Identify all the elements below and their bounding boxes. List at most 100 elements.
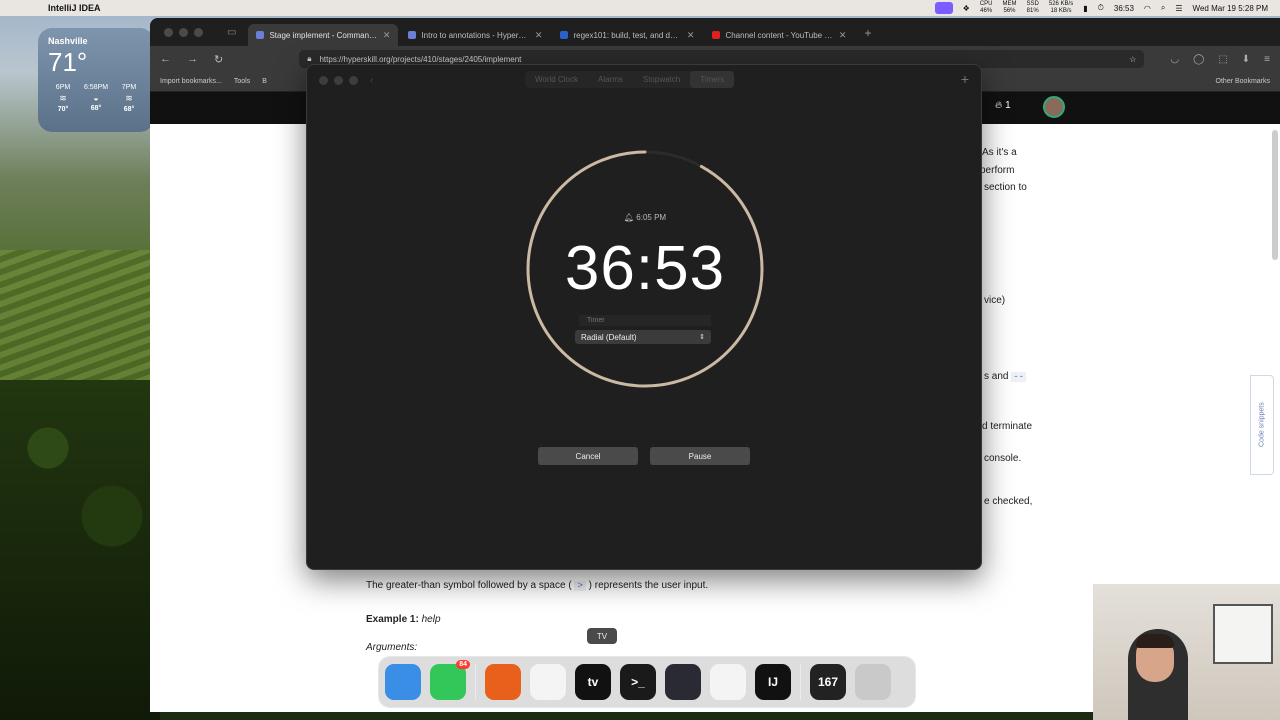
dock: 84 tv >_ IJ 167 [378,656,916,708]
chatgpt-icon[interactable] [530,664,566,700]
intellij-icon[interactable]: IJ [755,664,791,700]
apple-tv-icon[interactable]: tv [575,664,611,700]
downloads-icon[interactable]: ⬇ [1242,54,1250,65]
timer-style-select[interactable]: Radial (Default) ⇕ [575,330,711,344]
room-window [1213,604,1273,664]
reload-icon[interactable]: ↻ [214,53,223,66]
text-fragment: d terminate [982,421,1033,432]
close-tab-icon: ✕ [382,29,391,40]
wind-icon: ≋ [59,93,67,103]
tab-stage-implement[interactable]: Stage implement - Command line ✕ [248,24,399,46]
menu-bar: IntelliJ IDEA ❖ CPU 46% MEM 56% SSD 81% 526… [0,0,1280,16]
weather-temp: 71° [48,47,88,77]
clock-app-window: ‹ World Clock Alarms Stopwatch Timers + … [306,64,982,570]
text-fragment: section to [984,182,1027,193]
other-bookmarks[interactable]: Other Bookmarks [1216,78,1270,85]
text-fragment: perform [980,165,1015,176]
active-app-name[interactable]: IntelliJ IDEA [48,3,101,13]
back-icon[interactable]: ← [160,53,171,65]
bookmark-b[interactable]: B [262,78,267,85]
forward-icon[interactable]: → [187,53,198,65]
battery-icon[interactable]: ▮ [1083,4,1087,13]
dock-tooltip: TV [587,628,617,644]
clock-window-controls[interactable] [307,75,358,85]
alarm-end-time: 🔔︎ 6:05 PM [623,213,667,222]
tab-regex101[interactable]: regex101: build, test, and debug ✕ [552,24,702,46]
dock-separator [475,664,476,700]
bookmark-star-icon[interactable]: ☆ [1129,55,1136,64]
weather-hour: 7PM ≋ 68° [114,84,144,113]
ssd-stat[interactable]: SSD 81% [1027,1,1039,15]
weather-widget[interactable]: Nashville 71° 6PM ≋ 70° 6:58PM ◒ 68° 7PM ≋ 68° [38,28,154,132]
pause-button[interactable]: Pause [650,447,750,465]
dock-separator [800,664,801,700]
obs-icon[interactable] [665,664,701,700]
finder-icon[interactable] [385,664,421,700]
add-timer-icon[interactable]: + [961,71,969,87]
sunset-icon: ◒ [93,93,99,103]
weather-city: Nashville [48,36,88,46]
calendar-icon[interactable]: 167 [810,664,846,700]
tab-youtube-studio[interactable]: Channel content - YouTube Studio✕ [704,24,854,46]
extensions-icon[interactable]: ⬚ [1218,54,1227,65]
clock-titlebar: ‹ World Clock Alarms Stopwatch Timers + [307,65,981,95]
tab-timers[interactable]: Timers [690,71,735,88]
text-fragment: As it's a [982,147,1017,158]
minimize-window-button [179,28,188,37]
bookmark-tools[interactable]: Tools [234,78,250,85]
menubar-datetime[interactable]: Wed Mar 19 5:28 PM [1193,4,1268,13]
example-heading: Example 1: help [366,614,441,625]
clock-icon[interactable] [710,664,746,700]
zoom-window-button [194,28,203,37]
close-window-button [164,28,173,37]
weather-hour: 6PM ≋ 70° [48,84,78,113]
zoom-window-button [349,75,358,85]
menubar-timer[interactable]: 36:53 [1114,4,1134,13]
cancel-button[interactable]: Cancel [538,447,638,465]
text-fragment: s and -- [984,371,1027,382]
account-icon[interactable]: ◯ [1193,54,1204,65]
control-center-icon[interactable]: ☰ [1175,4,1182,13]
weather-hour: 6:58PM ◒ 68° [81,84,111,113]
screen-recording-icon[interactable] [934,2,953,14]
tab-overview-icon[interactable]: ▭ [227,27,236,38]
cpu-stat[interactable]: CPU 46% [980,1,993,15]
wifi-icon[interactable]: ◠ [1144,4,1151,13]
webcam-overlay [1093,584,1280,720]
tab-intro-annotations[interactable]: Intro to annotations - Hyperskill ✕ [400,24,550,46]
terminal-icon[interactable]: >_ [620,664,656,700]
tab-alarms[interactable]: Alarms [588,71,633,88]
new-tab-icon[interactable]: + [864,26,871,40]
trash-icon[interactable] [855,664,891,700]
bookmark-import[interactable]: Import bookmarks... [160,78,222,85]
search-icon[interactable]: ⌕ [1161,3,1165,13]
streak-counter[interactable]: 🔥︎ 1 [995,100,1011,111]
user-input-description: The greater-than symbol followed by a sp… [366,580,709,591]
pocket-icon[interactable]: ◡ [1170,54,1179,65]
url-text: https://hyperskill.org/projects/410/stag… [319,54,522,64]
clock-tabs: World Clock Alarms Stopwatch Timers [525,71,735,88]
dropbox-icon[interactable]: ❖ [963,4,970,13]
close-tab-icon: ✕ [534,29,543,40]
messages-icon[interactable]: 84 [430,660,470,700]
network-stat[interactable]: 526 KB/s 18 KB/s [1049,1,1073,15]
firefox-icon[interactable] [485,664,521,700]
timer-countdown: 36:53 [564,234,726,303]
text-fragment: vice) [984,295,1006,306]
mem-stat[interactable]: MEM 56% [1003,1,1017,15]
window-controls[interactable] [158,28,213,46]
chevron-left-icon[interactable]: ‹ [370,75,373,86]
close-window-button [319,75,328,85]
timer-status-icon[interactable]: ⏱ [1098,3,1104,13]
code-snippets-tab[interactable]: Code snippets [1250,375,1274,475]
tab-world-clock[interactable]: World Clock [525,71,588,88]
page-scrollbar[interactable] [1272,130,1278,260]
menu-icon[interactable]: ≡ [1264,54,1270,65]
wind-icon: ≋ [125,93,133,103]
tab-stopwatch[interactable]: Stopwatch [633,71,690,88]
timer-label-field[interactable] [579,315,711,326]
bell-icon: 🔔︎ [623,213,635,222]
text-fragment: e checked, [984,496,1033,507]
user-avatar[interactable] [1043,96,1065,118]
person-hair [1136,634,1174,648]
